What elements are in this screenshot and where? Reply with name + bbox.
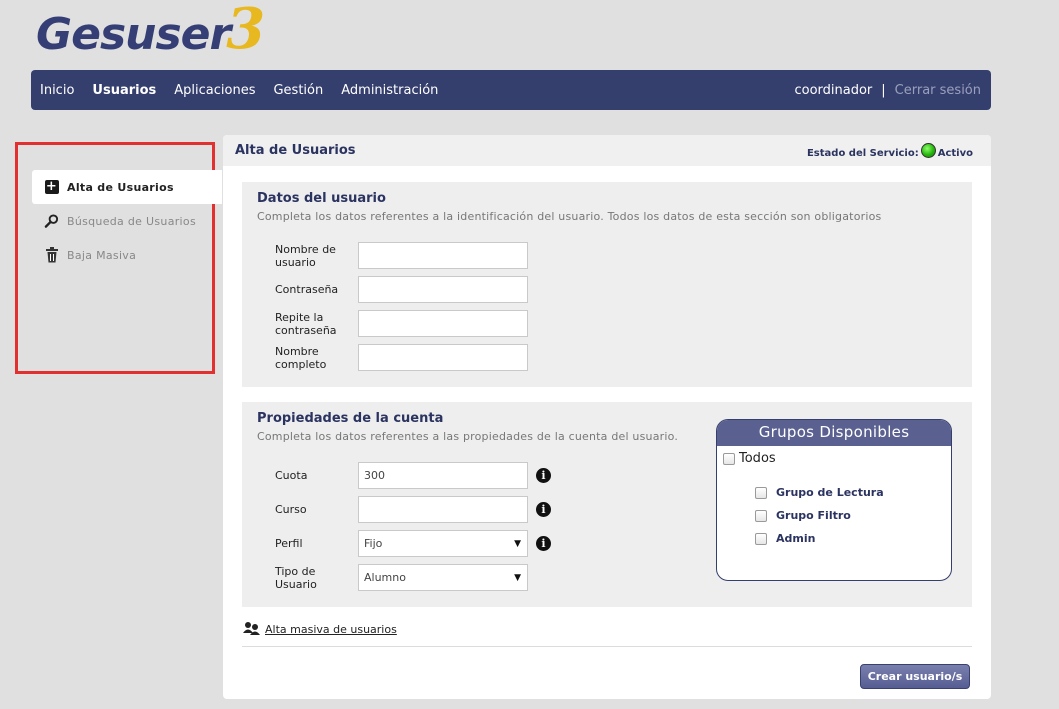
profile-select[interactable]: Fijo ▼: [358, 530, 528, 557]
sidebar-item-baja-masiva[interactable]: Baja Masiva: [32, 238, 222, 272]
groups-title: Grupos Disponibles: [717, 420, 951, 446]
password-repeat-row: Repite la contraseña: [275, 310, 528, 337]
bulk-create-link[interactable]: Alta masiva de usuarios: [265, 623, 397, 636]
fullname-row: Nombre completo: [275, 344, 528, 371]
user-type-label: Tipo de Usuario: [275, 564, 317, 591]
caret-down-icon: ▼: [514, 538, 521, 549]
profile-select-value: Fijo: [364, 537, 383, 550]
fullname-input[interactable]: [358, 344, 528, 371]
group-item[interactable]: Grupo Filtro: [755, 509, 851, 522]
logo-text: Gesuser: [36, 9, 231, 60]
status-indicator-icon: [920, 143, 936, 158]
todos-label: Todos: [739, 451, 776, 466]
info-icon[interactable]: i: [536, 468, 551, 483]
group-checkbox[interactable]: [755, 486, 767, 499]
group-checkbox[interactable]: [755, 532, 767, 545]
sidebar: + Alta de Usuarios Búsqueda de Usuarios …: [32, 170, 222, 272]
profile-label: Perfil: [275, 537, 303, 550]
quota-input[interactable]: [358, 462, 528, 489]
groups-box: Grupos Disponibles Todos Grupo de Lectur…: [716, 419, 952, 581]
nav-user-area: coordinador | Cerrar sesión: [794, 83, 981, 98]
user-type-select-value: Alumno: [364, 571, 406, 584]
group-label: Grupo de Lectura: [776, 486, 884, 499]
course-label: Curso: [275, 503, 307, 516]
course-row: Curso i: [275, 496, 551, 523]
plus-square-icon: +: [44, 179, 59, 194]
info-icon[interactable]: i: [536, 536, 551, 551]
user-type-row: Tipo de Usuario Alumno ▼: [275, 564, 528, 591]
group-checkbox[interactable]: [755, 509, 767, 522]
username-input[interactable]: [358, 242, 528, 269]
quota-row: Cuota i: [275, 462, 551, 489]
service-status: Estado del Servicio: Activo: [806, 143, 973, 161]
main-navbar: Inicio Usuarios Aplicaciones Gestión Adm…: [31, 70, 991, 110]
main-panel: Alta de Usuarios Estado del Servicio: Ac…: [223, 135, 991, 699]
password-repeat-input[interactable]: [358, 310, 528, 337]
user-data-title: Datos del usuario: [257, 191, 386, 206]
user-data-description: Completa los datos referentes a la ident…: [257, 210, 882, 223]
divider: [242, 646, 972, 647]
group-item[interactable]: Admin: [755, 532, 815, 545]
app-logo[interactable]: Gesuser 3: [36, 0, 265, 66]
logo-version: 3: [226, 0, 266, 62]
group-item[interactable]: Grupo de Lectura: [755, 486, 884, 499]
create-user-button[interactable]: Crear usuario/s: [860, 664, 970, 689]
nav-item-administracion[interactable]: Administración: [341, 83, 438, 98]
trash-icon: [44, 247, 59, 263]
page-title: Alta de Usuarios: [235, 143, 356, 158]
info-icon[interactable]: i: [536, 502, 551, 517]
username-row: Nombre de usuario: [275, 242, 528, 269]
nav-separator: |: [881, 82, 886, 98]
group-label: Admin: [776, 532, 816, 545]
password-label: Contraseña: [275, 283, 339, 296]
fullname-label: Nombre completo: [275, 344, 327, 371]
service-status-label: Estado del Servicio:: [806, 148, 919, 159]
nav-item-gestion[interactable]: Gestión: [273, 83, 323, 98]
sidebar-item-label: Alta de Usuarios: [67, 180, 174, 194]
bulk-create-row: Alta masiva de usuarios: [243, 621, 397, 638]
sidebar-item-label: Búsqueda de Usuarios: [67, 214, 196, 228]
groups-all-option[interactable]: Todos: [723, 451, 776, 466]
current-user: coordinador: [794, 82, 873, 98]
profile-row: Perfil Fijo ▼ i: [275, 530, 551, 557]
quota-label: Cuota: [275, 469, 308, 482]
nav-item-aplicaciones[interactable]: Aplicaciones: [174, 83, 255, 98]
users-group-icon: [243, 621, 261, 638]
password-input[interactable]: [358, 276, 528, 303]
magnifier-icon: [44, 214, 59, 229]
account-description: Completa los datos referentes a las prop…: [257, 430, 679, 443]
sidebar-item-label: Baja Masiva: [67, 248, 137, 262]
caret-down-icon: ▼: [514, 572, 521, 583]
password-repeat-label: Repite la contraseña: [275, 310, 337, 337]
todos-checkbox[interactable]: [723, 452, 735, 465]
sidebar-item-busqueda-usuarios[interactable]: Búsqueda de Usuarios: [32, 204, 222, 238]
username-label: Nombre de usuario: [275, 242, 336, 269]
nav-item-usuarios[interactable]: Usuarios: [92, 83, 156, 98]
sidebar-item-alta-usuarios[interactable]: + Alta de Usuarios: [32, 170, 222, 204]
group-label: Grupo Filtro: [776, 509, 851, 522]
account-section: Propiedades de la cuenta Completa los da…: [242, 402, 972, 607]
password-row: Contraseña: [275, 276, 528, 303]
service-status-value: Activo: [937, 148, 973, 159]
user-type-select[interactable]: Alumno ▼: [358, 564, 528, 591]
nav-item-inicio[interactable]: Inicio: [40, 83, 74, 98]
logout-link[interactable]: Cerrar sesión: [895, 83, 981, 98]
user-data-section: Datos del usuario Completa los datos ref…: [242, 182, 972, 387]
account-title: Propiedades de la cuenta: [257, 411, 444, 426]
course-input[interactable]: [358, 496, 528, 523]
panel-header: Alta de Usuarios Estado del Servicio: Ac…: [223, 135, 991, 166]
